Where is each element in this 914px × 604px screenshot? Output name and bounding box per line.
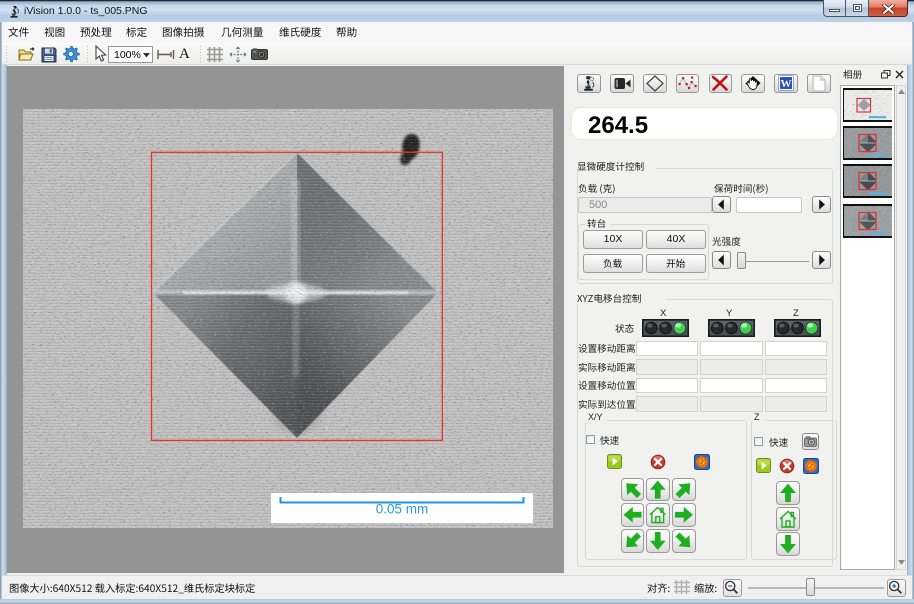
svg-text:W: W <box>781 78 792 90</box>
svg-text:0.05 mm: 0.05 mm <box>376 502 429 517</box>
